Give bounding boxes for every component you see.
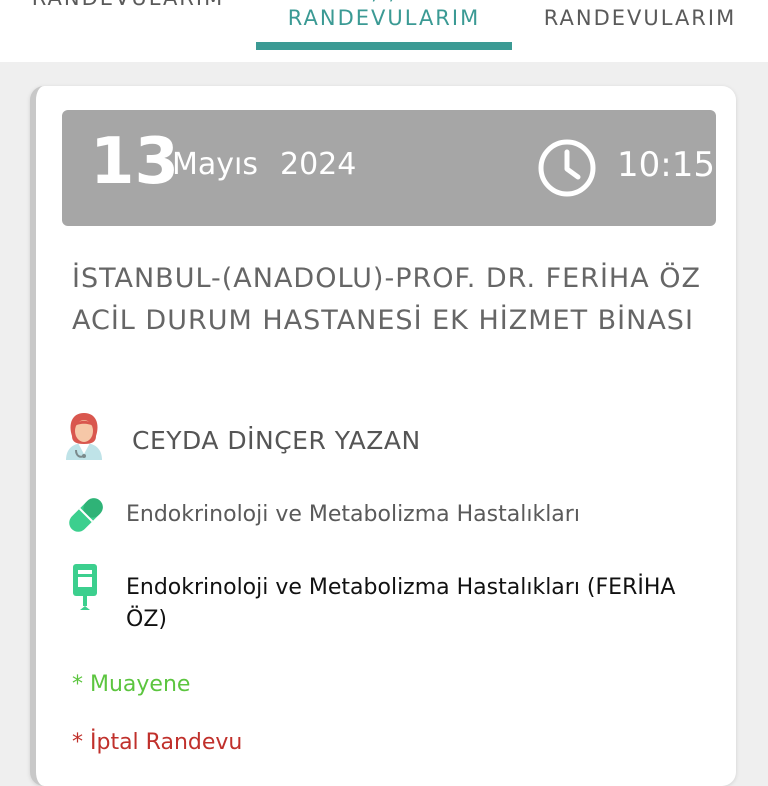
cancel-appointment-button[interactable]: * İptal Randevu (72, 730, 242, 755)
tab-label: RANDEVULARIM (543, 6, 737, 30)
appointment-day: 13 (90, 125, 180, 199)
active-tab-indicator (256, 42, 512, 50)
appointment-time: 10:15 (617, 145, 715, 185)
branch-name: Endokrinoloji ve Metabolizma Hastalıklar… (126, 502, 580, 527)
appointment-year: 2024 (280, 147, 357, 182)
tab-bar: RANDEVULARIM ‚ ‚ RANDEVULARIM RANDEVULAR… (0, 0, 768, 62)
doctor-name: CEYDA DİNÇER YAZAN (132, 426, 421, 455)
doctor-avatar-icon (66, 413, 102, 460)
tab-past-appointments[interactable]: RANDEVULARIM (0, 0, 256, 52)
tab-other-appointments[interactable]: RANDEVULARIM (512, 0, 768, 52)
tab-peek-text: ‚ ‚ (256, 0, 512, 4)
clinic-icon (73, 564, 97, 610)
tab-label: RANDEVULARIM (287, 6, 481, 30)
hospital-name: İSTANBUL-(ANADOLU)-PROF. DR. FERİHA ÖZ A… (72, 263, 702, 336)
clinic-name: Endokrinoloji ve Metabolizma Hastalıklar… (126, 575, 676, 632)
pill-icon (69, 498, 103, 532)
appointment-month: Mayıs (172, 147, 258, 182)
examination-option[interactable]: * Muayene (72, 672, 190, 697)
tab-label: RANDEVULARIM (0, 0, 256, 10)
appointment-card[interactable]: 13 Mayıs 2024 10:15 İSTANBUL-(ANADOLU)-P… (30, 86, 736, 786)
date-banner: 13 Mayıs 2024 10:15 (62, 110, 716, 226)
clock-icon (538, 139, 596, 197)
